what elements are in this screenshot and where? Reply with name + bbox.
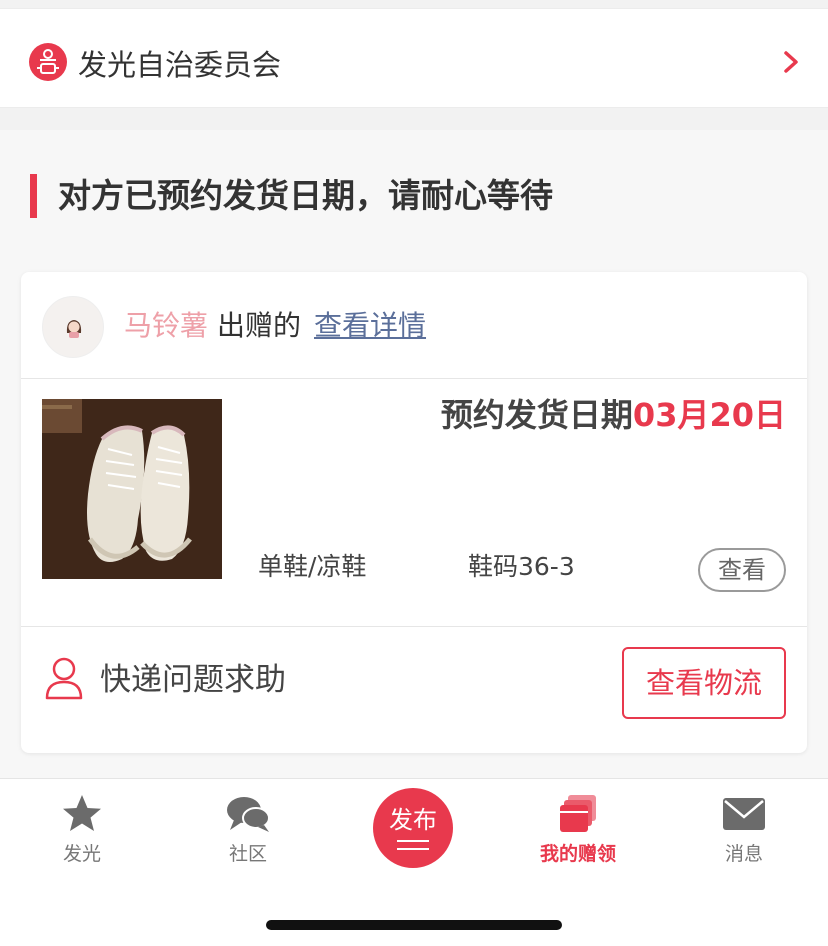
shipping-help-label[interactable]: 快递问题求助 [100, 660, 286, 700]
scheduled-ship-date: 预约发货日期03月20日 [438, 395, 786, 435]
product-image[interactable] [42, 399, 222, 579]
product-category: 单鞋/凉鞋 [258, 552, 367, 581]
shoe-size: 鞋码36-3 [468, 552, 575, 581]
tab-label: 社区 [228, 843, 267, 865]
section-gap [0, 108, 828, 130]
view-logistics-button[interactable]: 查看物流 [622, 647, 786, 719]
publish-label: 发布 [389, 806, 437, 834]
chevron-right-icon[interactable] [778, 49, 804, 75]
top-strip [0, 0, 828, 8]
give-label: 出赠的 [217, 309, 302, 342]
envelope-icon [723, 798, 765, 830]
publish-button[interactable]: 发布 [373, 788, 453, 868]
tab-label: 我的赠领 [539, 843, 616, 865]
committee-icon [29, 43, 67, 81]
giver-name[interactable]: 马铃薯 [124, 308, 208, 344]
status-title: 对方已预约发货日期，请耐心等待 [58, 176, 553, 215]
committee-name: 发光自治委员会 [78, 48, 282, 82]
committee-row[interactable]: 发光自治委员会 [0, 8, 828, 108]
publish-icon [397, 840, 429, 850]
tab-label: 消息 [724, 843, 763, 865]
ship-date-value: 03月20日 [632, 396, 786, 434]
avatar[interactable] [42, 296, 104, 358]
tab-my-gifts[interactable]: 我的赠领 [528, 792, 628, 880]
person-icon [44, 656, 84, 700]
view-button[interactable]: 查看 [698, 548, 786, 592]
chat-bubbles-icon [227, 797, 270, 832]
tab-glow[interactable]: 发光 [32, 792, 132, 880]
stacked-cards-icon [560, 795, 596, 832]
tab-community[interactable]: 社区 [198, 792, 298, 880]
tab-messages[interactable]: 消息 [694, 792, 794, 880]
divider [21, 378, 807, 379]
star-icon [63, 795, 101, 831]
status-accent-bar [30, 174, 37, 218]
tab-label: 发光 [62, 843, 101, 865]
divider [21, 626, 807, 627]
home-indicator[interactable] [266, 920, 562, 930]
ship-date-label: 预约发货日期 [440, 396, 633, 434]
view-details-link[interactable]: 查看详情 [314, 308, 426, 344]
